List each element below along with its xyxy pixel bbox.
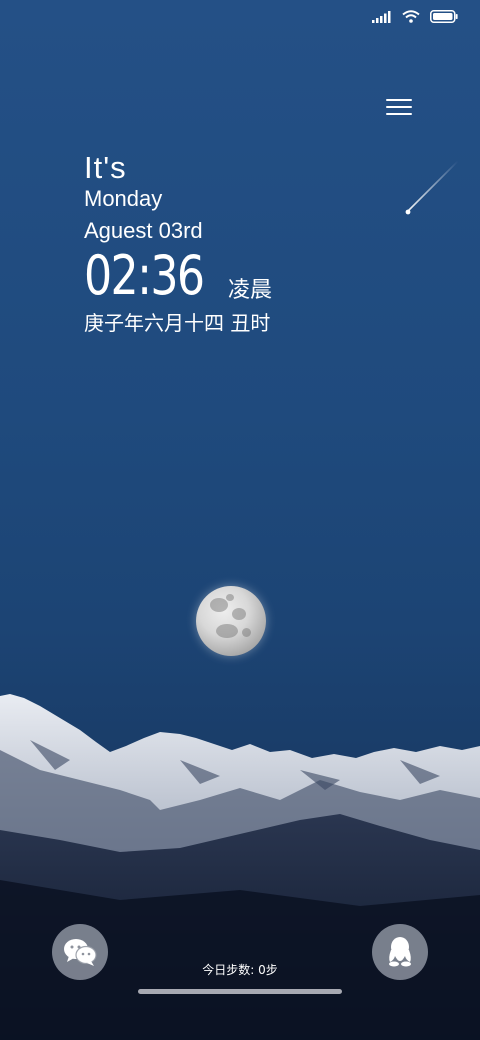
menu-icon[interactable]: [386, 96, 414, 118]
mountains-image: [0, 694, 480, 1040]
weekday-label: Monday: [84, 186, 163, 211]
moon-image: [196, 586, 266, 656]
time-period: 凌晨: [228, 278, 273, 303]
greeting-its: It's: [84, 150, 127, 185]
home-indicator[interactable]: [138, 989, 342, 994]
step-count: 今日步数: 0步: [202, 963, 278, 977]
meteor-icon: [405, 160, 459, 215]
clock-time: 02:36: [84, 244, 205, 307]
battery-icon: [430, 10, 458, 23]
signal-icon: [372, 10, 391, 23]
wifi-icon: [402, 10, 420, 23]
status-bar: [372, 10, 458, 23]
lunar-date: 庚子年六月十四 丑时: [84, 311, 271, 335]
date-label: Aguest 03rd: [84, 218, 203, 243]
